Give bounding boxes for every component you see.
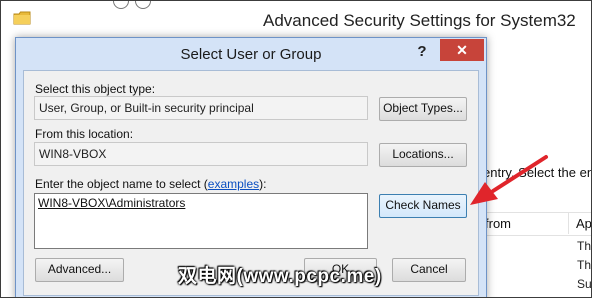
red-arrow-icon	[470, 155, 548, 205]
screenshot-frame: Advanced Security Settings for System32 …	[0, 0, 592, 298]
watermark-text: 双电网(www.pcpc.me)	[178, 266, 382, 287]
